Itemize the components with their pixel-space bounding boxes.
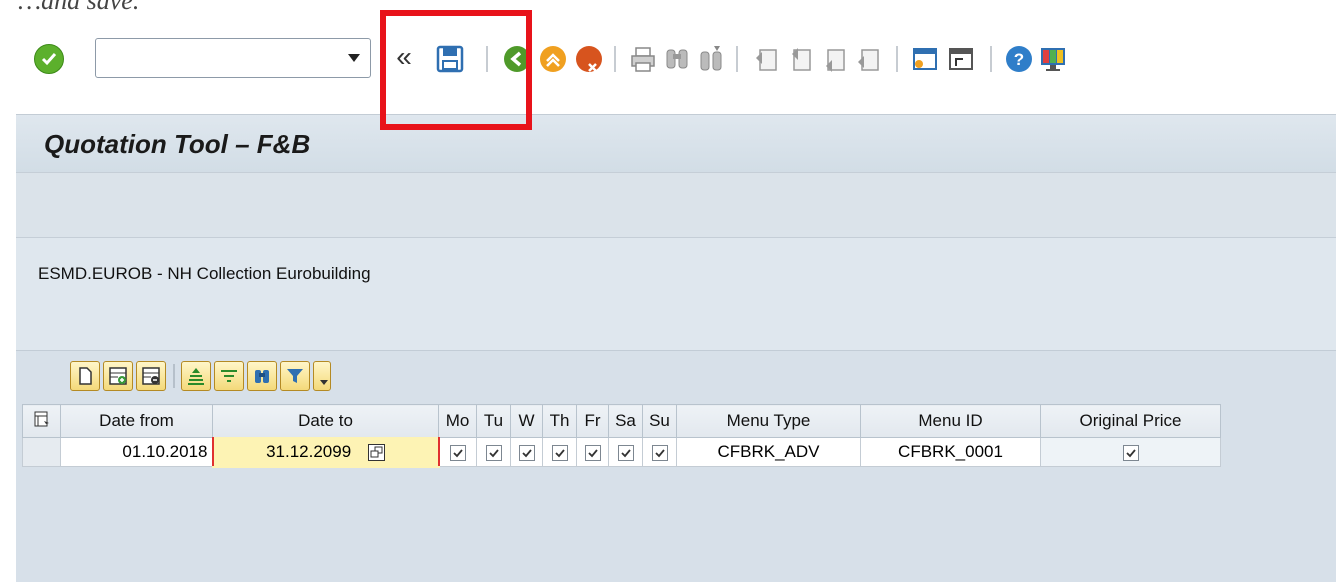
customize-layout-icon[interactable] — [1038, 44, 1068, 74]
value-help-icon[interactable] — [367, 444, 385, 462]
checkbox-checked-icon[interactable] — [518, 444, 535, 461]
toolbar-separator — [736, 46, 738, 72]
chevron-down-icon[interactable] — [348, 54, 360, 62]
grid-toolbar — [70, 361, 331, 391]
checkbox-checked-icon[interactable] — [584, 444, 601, 461]
select-all-icon[interactable] — [22, 404, 61, 438]
title-bar: Quotation Tool – F&B — [16, 114, 1336, 172]
enter-icon[interactable] — [34, 44, 64, 74]
quotation-grid: Date from Date to Mo Tu W Th Fr Sa Su Me… — [22, 404, 1221, 468]
column-header-date-from[interactable]: Date from — [60, 404, 213, 438]
column-header-fr[interactable]: Fr — [576, 404, 609, 438]
toolbar-separator — [990, 46, 992, 72]
date-to-value: 31.12.2099 — [266, 442, 352, 461]
checkbox-checked-icon[interactable] — [449, 444, 466, 461]
checkbox-checked-icon[interactable] — [551, 444, 568, 461]
sa-checkbox-cell[interactable] — [608, 437, 643, 467]
page-title: Quotation Tool – F&B — [44, 129, 311, 159]
filter-lines-icon[interactable] — [214, 361, 244, 391]
exit-icon[interactable] — [538, 44, 568, 74]
system-toolbar: « ? — [0, 24, 1336, 96]
new-row-icon[interactable] — [70, 361, 100, 391]
mo-checkbox-cell[interactable] — [438, 437, 477, 467]
menu-type-cell[interactable]: CFBRK_ADV — [676, 437, 861, 467]
menu-id-cell[interactable]: CFBRK_0001 — [860, 437, 1041, 467]
checkbox-checked-icon[interactable] — [485, 444, 502, 461]
find-icon[interactable] — [247, 361, 277, 391]
last-page-icon[interactable] — [854, 44, 884, 74]
filter-dropdown-icon[interactable] — [313, 361, 331, 391]
column-header-menu-type[interactable]: Menu Type — [676, 404, 861, 438]
table-row: 01.10.2018 31.12.2099 CFBRK_ADV CFBRK_00… — [22, 436, 1221, 468]
alv-grid-container: Date from Date to Mo Tu W Th Fr Sa Su Me… — [16, 350, 1336, 582]
sort-icon[interactable] — [181, 361, 211, 391]
column-header-original-price[interactable]: Original Price — [1040, 404, 1221, 438]
previous-page-icon[interactable] — [786, 44, 816, 74]
instruction-caption: …and save. — [18, 0, 140, 15]
checkbox-checked-icon[interactable] — [617, 444, 634, 461]
column-header-th[interactable]: Th — [542, 404, 577, 438]
next-page-icon[interactable] — [820, 44, 850, 74]
original-price-cell[interactable] — [1040, 437, 1221, 467]
command-field[interactable] — [95, 38, 371, 78]
checkbox-checked-icon[interactable] — [651, 444, 668, 461]
column-header-mo[interactable]: Mo — [438, 404, 477, 438]
toolbar-separator — [614, 46, 616, 72]
su-checkbox-cell[interactable] — [642, 437, 677, 467]
row-selector[interactable] — [22, 437, 61, 467]
column-header-menu-id[interactable]: Menu ID — [860, 404, 1041, 438]
toolbar-separator — [896, 46, 898, 72]
column-header-sa[interactable]: Sa — [608, 404, 643, 438]
help-icon[interactable]: ? — [1004, 44, 1034, 74]
column-header-date-to[interactable]: Date to — [212, 404, 439, 438]
column-header-su[interactable]: Su — [642, 404, 677, 438]
w-checkbox-cell[interactable] — [510, 437, 543, 467]
checkbox-checked-icon[interactable] — [1122, 444, 1139, 461]
hotel-label: ESMD.EUROB - NH Collection Eurobuilding — [38, 264, 371, 283]
column-header-tu[interactable]: Tu — [476, 404, 511, 438]
create-session-icon[interactable] — [910, 44, 940, 74]
grid-toolbar-separator — [173, 364, 175, 388]
tu-checkbox-cell[interactable] — [476, 437, 511, 467]
print-icon[interactable] — [628, 44, 658, 74]
cancel-icon[interactable] — [574, 44, 604, 74]
date-from-cell[interactable]: 01.10.2018 — [60, 437, 213, 467]
delete-row-icon[interactable] — [136, 361, 166, 391]
filter-icon[interactable] — [280, 361, 310, 391]
shortcut-icon[interactable] — [946, 44, 976, 74]
content-area: ESMD.EUROB - NH Collection Eurobuilding — [16, 238, 1336, 582]
save-highlight-box — [380, 10, 532, 130]
fr-checkbox-cell[interactable] — [576, 437, 609, 467]
find-next-icon[interactable] — [696, 44, 726, 74]
th-checkbox-cell[interactable] — [542, 437, 577, 467]
svg-text:?: ? — [1014, 50, 1024, 69]
find-icon[interactable] — [662, 44, 692, 74]
column-header-w[interactable]: W — [510, 404, 543, 438]
application-toolbar — [16, 172, 1336, 238]
insert-row-icon[interactable] — [103, 361, 133, 391]
first-page-icon[interactable] — [752, 44, 782, 74]
date-to-cell[interactable]: 31.12.2099 — [211, 436, 440, 468]
